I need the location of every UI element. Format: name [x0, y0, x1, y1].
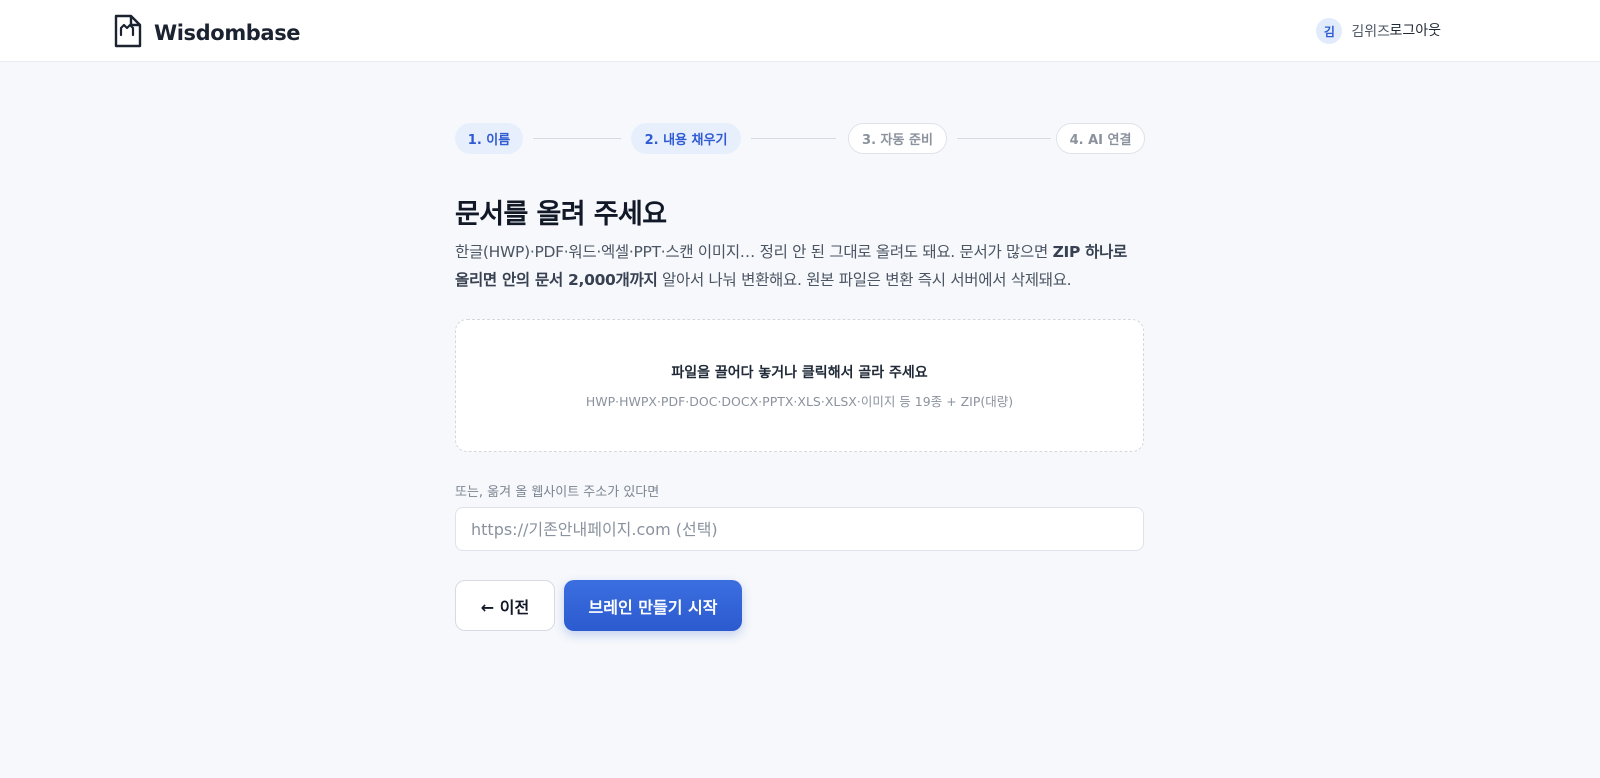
page-title: 문서를 올려 주세요 [455, 199, 667, 230]
avatar: 김 [1316, 18, 1343, 44]
user-info: 김 김위즈 [1316, 18, 1390, 44]
top-header: Wisdombase 김 김위즈 로그아웃 [0, 0, 1600, 62]
start-brain-button[interactable]: 브레인 만들기 시작 [564, 580, 742, 631]
dropzone-formats: HWP·HWPX·PDF·DOC·DOCX·PPTX·XLS·XLSX·이미지 … [585, 394, 1014, 409]
step-3-auto-prepare[interactable]: 3. 자동 준비 [848, 123, 947, 154]
step-1-name[interactable]: 1. 이름 [455, 123, 523, 154]
brand[interactable]: Wisdombase [114, 14, 301, 52]
description-text: 한글(HWP)·PDF·워드·엑셀·PPT·스캔 이미지… 정리 안 된 그대로… [455, 243, 1053, 261]
dropzone-title: 파일을 끌어다 놓거나 클릭해서 골라 주세요 [671, 365, 928, 381]
website-url-input[interactable] [455, 507, 1144, 551]
file-dropzone[interactable]: 파일을 끌어다 놓거나 클릭해서 골라 주세요 HWP·HWPX·PDF·DOC… [455, 319, 1144, 452]
step-connector [533, 138, 621, 139]
prev-button[interactable]: ← 이전 [455, 580, 555, 631]
user-name: 김위즈 [1351, 24, 1390, 40]
description-text-end: 알아서 나눠 변환해요. 원본 파일은 변환 즉시 서버에서 삭제돼요. [657, 271, 1072, 289]
page-description: 한글(HWP)·PDF·워드·엑셀·PPT·스캔 이미지… 정리 안 된 그대로… [455, 238, 1145, 294]
step-indicator: 1. 이름 2. 내용 채우기 3. 자동 준비 4. AI 연결 [455, 123, 1145, 155]
step-connector [751, 138, 836, 139]
step-connector [957, 138, 1051, 139]
step-2-content[interactable]: 2. 내용 채우기 [631, 123, 741, 154]
document-logo-icon [114, 14, 142, 52]
logout-button[interactable]: 로그아웃 [1389, 20, 1441, 40]
brand-name: Wisdombase [154, 21, 301, 45]
url-label: 또는, 옮겨 올 웹사이트 주소가 있다면 [455, 485, 660, 500]
step-4-ai-connect[interactable]: 4. AI 연결 [1056, 123, 1145, 154]
